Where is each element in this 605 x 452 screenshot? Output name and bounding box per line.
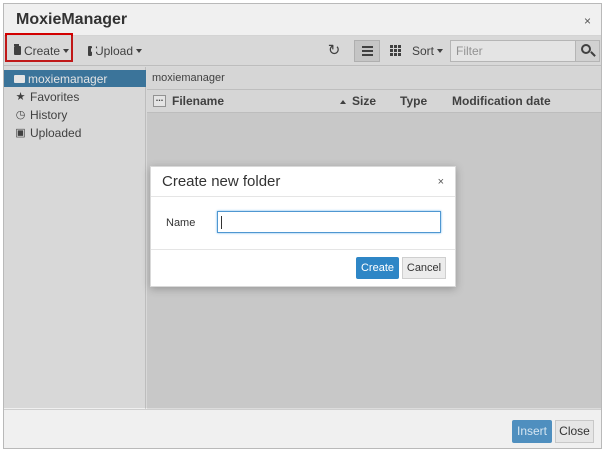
window-title: MoxieManager: [16, 11, 128, 28]
insert-button[interactable]: Insert: [512, 420, 552, 443]
dialog-header: Create new folder ×: [151, 167, 455, 197]
dialog-close-icon[interactable]: ×: [438, 176, 444, 188]
dialog-body: Name: [151, 197, 455, 249]
name-label: Name: [166, 217, 196, 229]
dialog-cancel-button[interactable]: Cancel: [402, 257, 446, 279]
dialog-footer: Create Cancel: [151, 249, 455, 286]
dialog-title: Create new folder: [162, 173, 281, 190]
create-folder-dialog: Create new folder × Name Create Cancel: [150, 166, 456, 287]
window-footer: Insert Close: [4, 409, 601, 448]
window-close-icon[interactable]: ×: [584, 14, 591, 28]
folder-name-input[interactable]: [218, 212, 440, 232]
text-cursor: [221, 216, 222, 229]
folder-name-field[interactable]: [217, 211, 441, 233]
window-titlebar: MoxieManager ×: [4, 4, 601, 36]
dialog-create-button[interactable]: Create: [356, 257, 399, 279]
close-button[interactable]: Close: [555, 420, 594, 443]
